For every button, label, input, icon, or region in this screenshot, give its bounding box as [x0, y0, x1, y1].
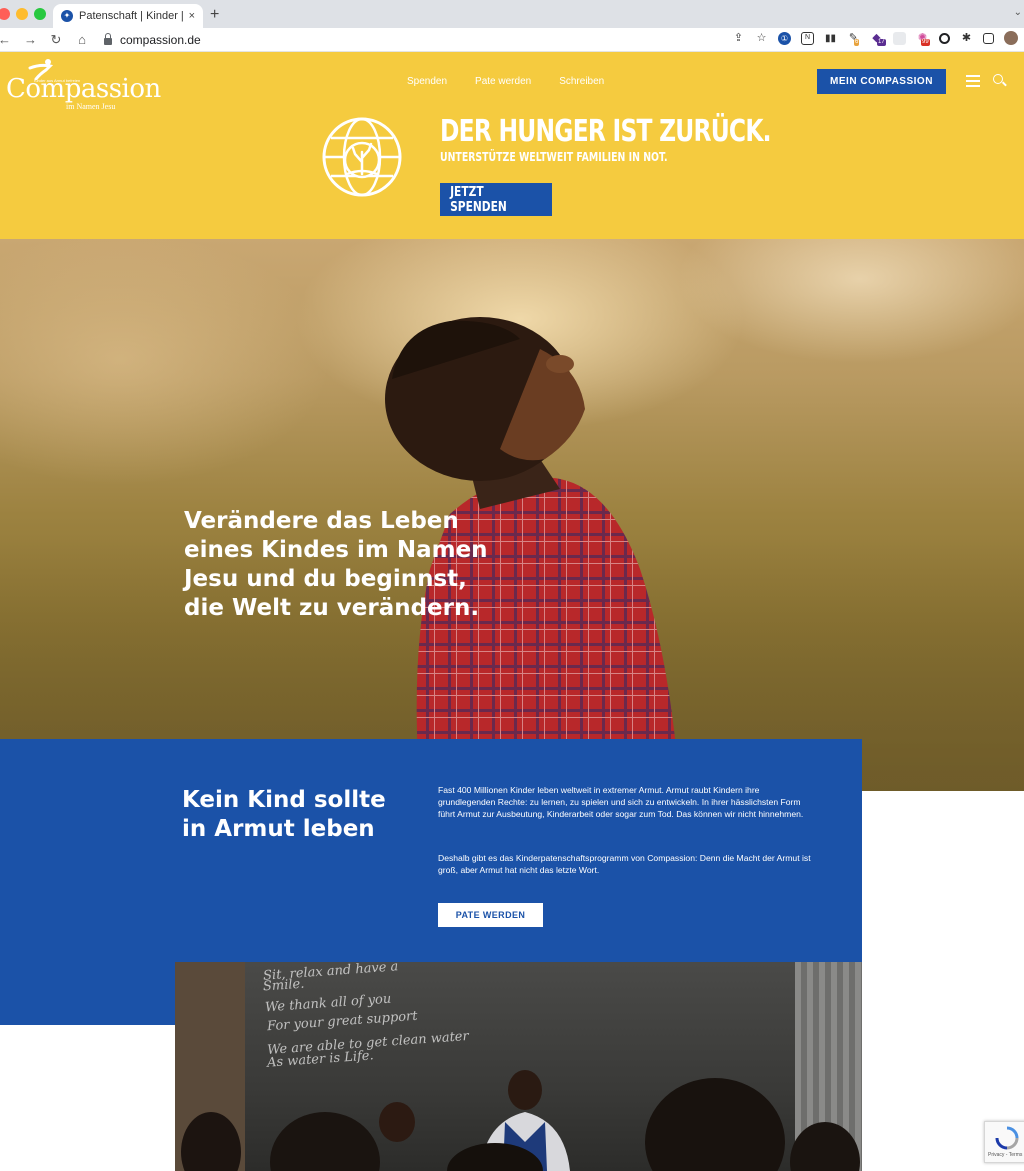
window-minimize-button[interactable]: [16, 8, 28, 20]
search-icon[interactable]: [993, 74, 1003, 84]
password-manager-icon[interactable]: ①: [778, 31, 791, 45]
mission-paragraph: Deshalb gibt es das Kinderpatenschaftspr…: [438, 853, 811, 875]
extension-badge-icon[interactable]: ✎ 6: [847, 32, 860, 46]
mission-heading: Kein Kind sollte in Armut leben: [182, 786, 412, 844]
extension-badge: 6: [854, 38, 860, 46]
new-tab-button[interactable]: +: [210, 6, 219, 24]
logo-wordmark: Compassion: [6, 74, 161, 104]
mission-paragraph: Fast 400 Millionen Kinder leben weltweit…: [438, 785, 804, 819]
recaptcha-badge[interactable]: Privacy - Terms: [984, 1121, 1024, 1163]
browser-tab-bar: ✦ Patenschaft | Kinder | Armut | C × + ⌄: [0, 0, 1024, 28]
main-navigation: Spenden Pate werden Schreiben: [407, 76, 604, 87]
pause-extension-icon[interactable]: ▮▮: [824, 32, 837, 45]
forward-icon[interactable]: →: [24, 32, 37, 47]
profile-avatar[interactable]: [1004, 31, 1018, 45]
window-zoom-button[interactable]: [34, 8, 46, 20]
browser-toolbar: ← → ↻ ⌂ compassion.de ⇪ ☆ ① N ▮▮ ✎ 6 ◆ 17 …: [0, 28, 1024, 52]
share-icon[interactable]: ⇪: [732, 32, 745, 45]
hero-heading-line: die Welt zu verändern.: [184, 595, 480, 621]
tab-title: Patenschaft | Kinder | Armut | C: [79, 10, 183, 22]
hero-heading-line: Jesu und du beginnst,: [184, 566, 467, 592]
extension-icons: ⇪ ☆ ① N ▮▮ ✎ 6 ◆ 17 ✺ 99 ✱: [732, 31, 1018, 46]
circle-extension-icon[interactable]: [939, 32, 950, 44]
graduation-cap-icon[interactable]: ◆ 17: [870, 32, 886, 46]
nav-item-pate-werden[interactable]: Pate werden: [475, 76, 531, 87]
bookmark-star-icon[interactable]: ☆: [755, 32, 768, 45]
flower-extension-icon[interactable]: ✺ 99: [916, 32, 930, 46]
hero-heading: Verändere das Leben eines Kindes im Name…: [184, 507, 544, 623]
address-bar[interactable]: compassion.de: [96, 29, 796, 50]
lock-icon: [104, 32, 112, 45]
jetzt-spenden-label: JETZT SPENDEN: [450, 184, 507, 215]
tab-search-chevron-icon[interactable]: ⌄: [1014, 7, 1022, 18]
mein-compassion-button[interactable]: MEIN COMPASSION: [817, 69, 946, 94]
classroom-photo: Sit, relax and have a Smile. We thank al…: [175, 962, 862, 1171]
logo-subline: im Namen Jesu: [66, 102, 116, 111]
recaptcha-icon: [995, 1126, 1019, 1150]
classroom-students: [181, 1070, 860, 1171]
back-icon[interactable]: ←: [0, 32, 11, 47]
compassion-favicon-icon: ✦: [61, 10, 73, 22]
hero-heading-line: Verändere das Leben: [184, 508, 459, 534]
extension-badge: 17: [877, 38, 886, 46]
mission-heading-line: Kein Kind sollte: [182, 787, 386, 813]
campaign-subtitle: UNTERSTÜTZE WELTWEIT FAMILIEN IN NOT.: [440, 150, 668, 164]
site-header: Kinder aus Armut befreien Compassion im …: [0, 52, 1024, 239]
url-text: compassion.de: [120, 32, 201, 47]
globe-plant-icon: [322, 117, 402, 197]
notion-icon[interactable]: N: [801, 31, 814, 45]
browser-tab[interactable]: ✦ Patenschaft | Kinder | Armut | C ×: [53, 4, 203, 28]
hero-heading-line: eines Kindes im Namen: [184, 537, 488, 563]
reload-icon[interactable]: ↻: [50, 32, 62, 48]
hamburger-menu-icon[interactable]: [966, 75, 980, 87]
puzzle-icon[interactable]: ✱: [960, 32, 973, 45]
tab-close-icon[interactable]: ×: [189, 10, 195, 22]
window-close-button[interactable]: [0, 8, 10, 20]
compassion-logo[interactable]: Kinder aus Armut befreien Compassion im …: [6, 58, 161, 111]
side-panel-icon[interactable]: [983, 32, 994, 44]
hero-section: Verändere das Leben eines Kindes im Name…: [0, 239, 1024, 791]
extension-badge: 99: [921, 38, 930, 46]
nav-item-spenden[interactable]: Spenden: [407, 76, 447, 87]
home-icon[interactable]: ⌂: [76, 32, 88, 47]
campaign-title: DER HUNGER IST ZURÜCK.: [440, 114, 772, 149]
recaptcha-links: Privacy - Terms: [988, 1152, 1023, 1158]
nav-item-schreiben[interactable]: Schreiben: [559, 76, 604, 87]
mission-heading-line: in Armut leben: [182, 816, 375, 842]
blank-extension-icon[interactable]: [893, 31, 906, 45]
jetzt-spenden-button[interactable]: JETZT SPENDEN: [440, 183, 552, 216]
pate-werden-button[interactable]: PATE WERDEN: [438, 903, 543, 927]
